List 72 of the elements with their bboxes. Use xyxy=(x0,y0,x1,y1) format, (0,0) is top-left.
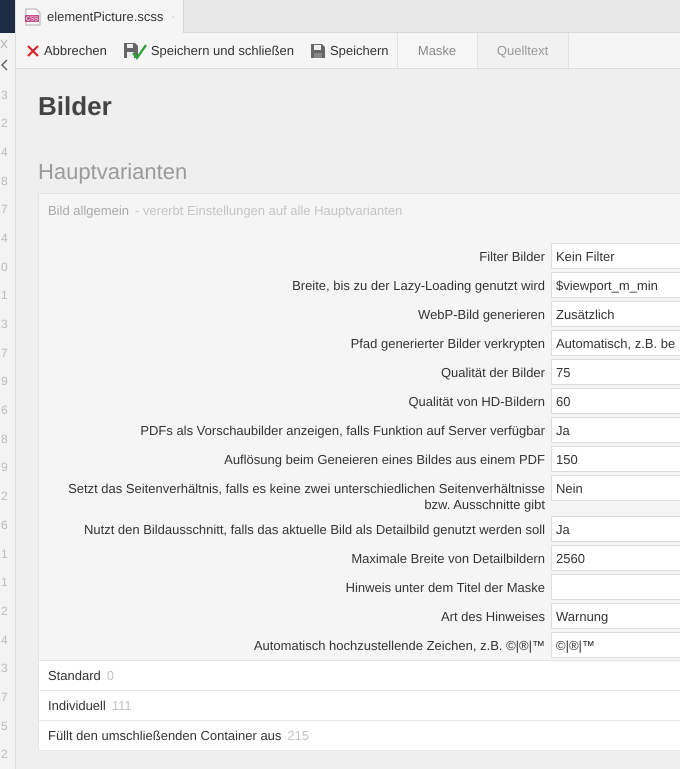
field-label: Art des Hinweises xyxy=(440,608,545,625)
line-number: 0 xyxy=(0,258,9,276)
panel-title: Bild allgemein xyxy=(48,203,129,218)
input-field[interactable]: $viewport_m_min xyxy=(551,272,680,298)
line-number: 4 xyxy=(0,230,9,247)
line-number: 1 xyxy=(0,546,9,562)
variant-label: Standard xyxy=(48,668,101,683)
input-field[interactable]: 60 xyxy=(551,388,680,414)
page-title: Bilder xyxy=(38,91,113,121)
line-number: 6 xyxy=(0,402,9,420)
variant-label: Individuell xyxy=(48,698,106,713)
line-number: 2 xyxy=(0,602,9,620)
line-number: 3 xyxy=(0,86,9,104)
line-number: 6 xyxy=(0,516,9,534)
line-number: 1 xyxy=(0,287,9,304)
close-icon xyxy=(26,44,40,58)
input-field[interactable]: ©|®|™ xyxy=(551,632,680,658)
line-number: 3 xyxy=(0,316,9,333)
save-button[interactable]: Speichern xyxy=(302,33,397,68)
field-label: Auflösung beim Geneieren eines Bildes aus einem PDF xyxy=(223,451,545,468)
floppy-icon xyxy=(310,42,326,58)
variant-count: 0 xyxy=(106,668,114,683)
line-number: 4 xyxy=(0,632,9,649)
line-number: 9 xyxy=(0,373,9,390)
input-field[interactable]: Warnung xyxy=(551,603,680,629)
line-number: 7 xyxy=(0,201,9,218)
variant-label: Füllt den umschließenden Container aus xyxy=(48,728,282,743)
variant-count: 215 xyxy=(287,728,310,743)
field-label: PDFs als Vorschaubilder anzeigen, falls Funktion auf Server verfügbar xyxy=(139,422,545,439)
cancel-button[interactable]: Abbrechen xyxy=(16,33,115,68)
variant-row[interactable]: Füllt den umschließenden Container aus 215 xyxy=(38,721,680,751)
line-number: 3 xyxy=(0,660,9,678)
field-label: WebP-Bild generieren xyxy=(417,306,545,323)
input-field[interactable]: Ja xyxy=(551,516,680,542)
line-number: 2 xyxy=(0,746,9,764)
line-number: 2 xyxy=(0,115,9,132)
line-number: 7 xyxy=(0,344,9,362)
field-label: Qualität der Bilder xyxy=(440,364,545,381)
field-label: Breite, bis zu der Lazy-Loading genutzt wird xyxy=(291,277,545,294)
line-number: 1 xyxy=(0,574,9,592)
input-field[interactable]: 75 xyxy=(551,359,680,385)
input-field[interactable]: Nein xyxy=(551,475,680,501)
line-number: 8 xyxy=(0,430,9,448)
input-field[interactable]: Ja xyxy=(551,417,680,443)
line-number: 4 xyxy=(0,144,9,161)
header-strip xyxy=(0,0,15,33)
field-label: Nutzt den Bildausschnitt, falls das aktuelle Bild als Detailbild genutzt werden soll xyxy=(82,521,545,538)
line-number: 5 xyxy=(0,718,9,735)
input-field[interactable] xyxy=(551,574,680,600)
field-label: Setzt das Seitenverhältnis, falls es keine zwei unterschiedlichen Seitenverhältnisse bzw. Ausschnitte gibt xyxy=(67,480,545,513)
field-label: Pfad generierter Bilder verkrypten xyxy=(350,335,545,352)
line-number: 7 xyxy=(0,688,9,706)
line-number: 8 xyxy=(0,172,9,190)
line-number: 2 xyxy=(0,488,9,506)
variant-count: 111 xyxy=(112,698,132,713)
field-label: Qualität von HD-Bildern xyxy=(407,393,545,410)
input-field[interactable]: 2560 xyxy=(551,545,680,571)
field-label: Maximale Breite von Detailbildern xyxy=(350,550,545,567)
line-number: 9 xyxy=(0,459,9,476)
field-label: Hinweis unter dem Titel der Maske xyxy=(344,579,545,596)
field-label: Automatisch hochzustellende Zeichen, z.B. ©|®|™ xyxy=(252,637,545,654)
save-close-button[interactable]: Speichern und schließen xyxy=(114,33,302,68)
input-field[interactable]: Zusätzlich xyxy=(551,301,680,327)
floppy-check-icon xyxy=(122,42,147,60)
input-field[interactable]: Automatisch, z.B. be xyxy=(551,330,680,356)
input-field[interactable]: Kein Filter xyxy=(551,243,680,269)
input-field[interactable]: 150 xyxy=(551,446,680,472)
variant-row[interactable]: Individuell 111 xyxy=(38,691,680,721)
field-label: Filter Bilder xyxy=(478,248,545,265)
file-tab-label: elementPicture.scss xyxy=(47,9,164,24)
section-title: Hauptvarianten xyxy=(38,159,188,185)
variant-row[interactable]: Standard 0 xyxy=(38,661,680,691)
